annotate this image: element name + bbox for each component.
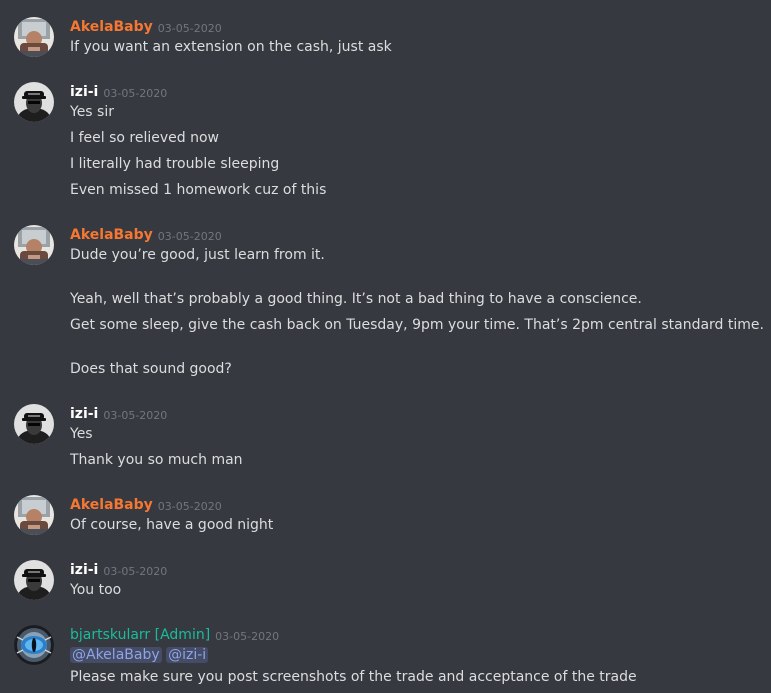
izi-i-avatar-icon[interactable]: [14, 560, 54, 600]
timestamp: 03-05-2020: [103, 87, 168, 100]
mention-izi-i[interactable]: @izi-i: [166, 647, 209, 663]
message-text: I feel so relieved now: [70, 130, 219, 146]
message-header: izi-i 03-05-2020: [70, 559, 167, 579]
message-text: Of course, have a good night: [70, 517, 274, 533]
message-text: Yeah, well that’s probably a good thing.…: [70, 291, 642, 307]
message-header: AkelaBaby 03-05-2020: [70, 224, 222, 244]
username[interactable]: AkelaBaby: [70, 19, 153, 35]
mention-akelababy[interactable]: @AkelaBaby: [70, 647, 162, 663]
akelababy-avatar-icon[interactable]: [14, 225, 54, 265]
timestamp: 03-05-2020: [157, 500, 222, 513]
message-text: If you want an extension on the cash, ju…: [70, 39, 392, 55]
dragon-eye-avatar-icon[interactable]: [14, 625, 54, 665]
username[interactable]: izi-i: [70, 84, 98, 100]
username[interactable]: AkelaBaby: [70, 227, 153, 243]
mention-line: @AkelaBaby @izi-i: [70, 645, 209, 665]
akelababy-avatar-icon[interactable]: [14, 495, 54, 535]
message-text: Dude you’re good, just learn from it.: [70, 247, 325, 263]
timestamp: 03-05-2020: [103, 565, 168, 578]
izi-i-avatar-icon[interactable]: [14, 404, 54, 444]
message-text: Please make sure you post screenshots of…: [70, 669, 637, 685]
message-text: Thank you so much man: [70, 452, 243, 468]
message-text: Does that sound good?: [70, 361, 232, 377]
message-text: Yes: [70, 426, 93, 442]
timestamp: 03-05-2020: [157, 230, 222, 243]
message-header: AkelaBaby 03-05-2020: [70, 16, 222, 36]
timestamp: 03-05-2020: [103, 409, 168, 422]
message-text: Yes sir: [70, 104, 114, 120]
message-text: Get some sleep, give the cash back on Tu…: [70, 317, 764, 333]
akelababy-avatar-icon[interactable]: [14, 17, 54, 57]
username[interactable]: izi-i: [70, 562, 98, 578]
message-text: You too: [70, 582, 122, 598]
izi-i-avatar-icon[interactable]: [14, 82, 54, 122]
message-header: izi-i 03-05-2020: [70, 81, 167, 101]
message-text: I literally had trouble sleeping: [70, 156, 280, 172]
message-header: AkelaBaby 03-05-2020: [70, 494, 222, 514]
message-header: bjartskularr [Admin] 03-05-2020: [70, 624, 279, 644]
timestamp: 03-05-2020: [157, 22, 222, 35]
message-text: Even missed 1 homework cuz of this: [70, 182, 327, 198]
username[interactable]: bjartskularr [Admin]: [70, 627, 210, 643]
message-header: izi-i 03-05-2020: [70, 403, 167, 423]
username[interactable]: AkelaBaby: [70, 497, 153, 513]
timestamp: 03-05-2020: [215, 630, 280, 643]
username[interactable]: izi-i: [70, 406, 98, 422]
